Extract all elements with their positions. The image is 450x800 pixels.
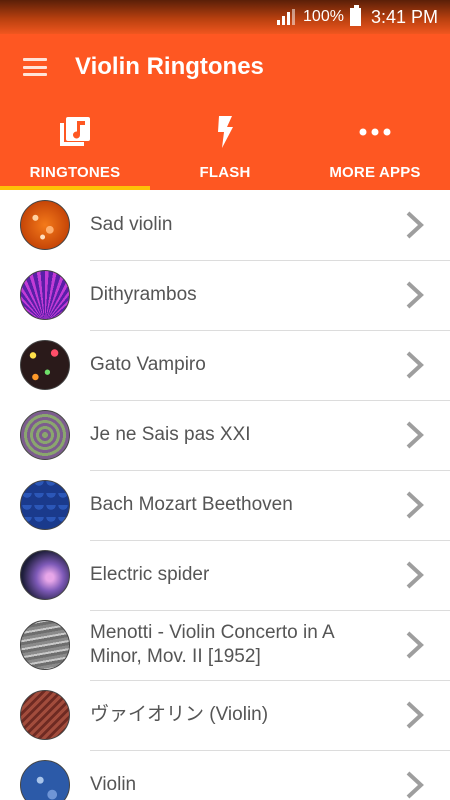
chevron-right-icon — [400, 560, 430, 590]
ringtone-title: ヴァイオリン (Violin) — [90, 704, 269, 725]
music-note-icon — [58, 114, 92, 150]
tab-ringtones[interactable]: RINGTONES — [0, 100, 150, 190]
tab-more-apps[interactable]: MORE APPS — [300, 100, 450, 190]
chevron-right-icon — [400, 630, 430, 660]
ringtone-title: Menotti - Violin Concerto in A Minor, Mo… — [90, 622, 334, 667]
chevron-right-icon — [400, 280, 430, 310]
battery-percent: 100% — [303, 8, 344, 25]
ringtone-thumbnail — [20, 550, 70, 600]
ringtone-thumbnail — [20, 690, 70, 740]
list-item[interactable]: Bach Mozart Beethoven — [0, 470, 450, 540]
list-item[interactable]: Sad violin — [0, 190, 450, 260]
list-item[interactable]: Dithyrambos — [0, 260, 450, 330]
list-item[interactable]: ヴァイオリン (Violin) — [0, 680, 450, 750]
ringtone-thumbnail — [20, 410, 70, 460]
list-item[interactable]: Violin — [0, 750, 450, 800]
list-item[interactable]: Je ne Sais pas XXI — [0, 400, 450, 470]
list-item[interactable]: Electric spider — [0, 540, 450, 610]
chevron-right-icon — [400, 350, 430, 380]
list-item[interactable]: Menotti - Violin Concerto in A Minor, Mo… — [0, 610, 450, 680]
chevron-right-icon — [400, 490, 430, 520]
ringtone-thumbnail — [20, 480, 70, 530]
ringtone-title: Electric spider — [90, 564, 210, 585]
ringtone-title: Sad violin — [90, 214, 173, 235]
chevron-right-icon — [400, 420, 430, 450]
ringtone-title: Gato Vampiro — [90, 354, 206, 375]
ringtone-thumbnail — [20, 270, 70, 320]
signal-icon — [277, 9, 296, 25]
flash-icon — [215, 114, 235, 150]
app-bar: Violin Ringtones — [0, 34, 450, 100]
ringtone-thumbnail — [20, 200, 70, 250]
chevron-right-icon — [400, 210, 430, 240]
status-bar: 100% 3:41 PM — [0, 0, 450, 34]
tab-flash[interactable]: FLASH — [150, 100, 300, 190]
chevron-right-icon — [400, 700, 430, 730]
menu-icon[interactable] — [23, 58, 47, 76]
ringtone-thumbnail — [20, 760, 70, 800]
more-dots-icon — [359, 114, 391, 150]
ringtone-list: Sad violin Dithyrambos Gato Vampiro Je n… — [0, 190, 450, 800]
ringtone-title: Dithyrambos — [90, 284, 197, 305]
battery-icon — [349, 5, 361, 26]
ringtone-title: Bach Mozart Beethoven — [90, 494, 293, 515]
chevron-right-icon — [400, 770, 430, 800]
ringtone-title: Violin — [90, 774, 137, 795]
ringtone-title: Je ne Sais pas XXI — [90, 424, 251, 445]
tab-label: FLASH — [199, 164, 251, 181]
tab-label: MORE APPS — [329, 164, 421, 181]
list-item[interactable]: Gato Vampiro — [0, 330, 450, 400]
ringtone-thumbnail — [20, 620, 70, 670]
clock: 3:41 PM — [370, 6, 438, 27]
tab-bar: RINGTONES FLASH MORE APPS — [0, 100, 450, 190]
app-title: Violin Ringtones — [75, 53, 264, 80]
tab-label: RINGTONES — [29, 164, 121, 181]
ringtone-thumbnail — [20, 340, 70, 390]
